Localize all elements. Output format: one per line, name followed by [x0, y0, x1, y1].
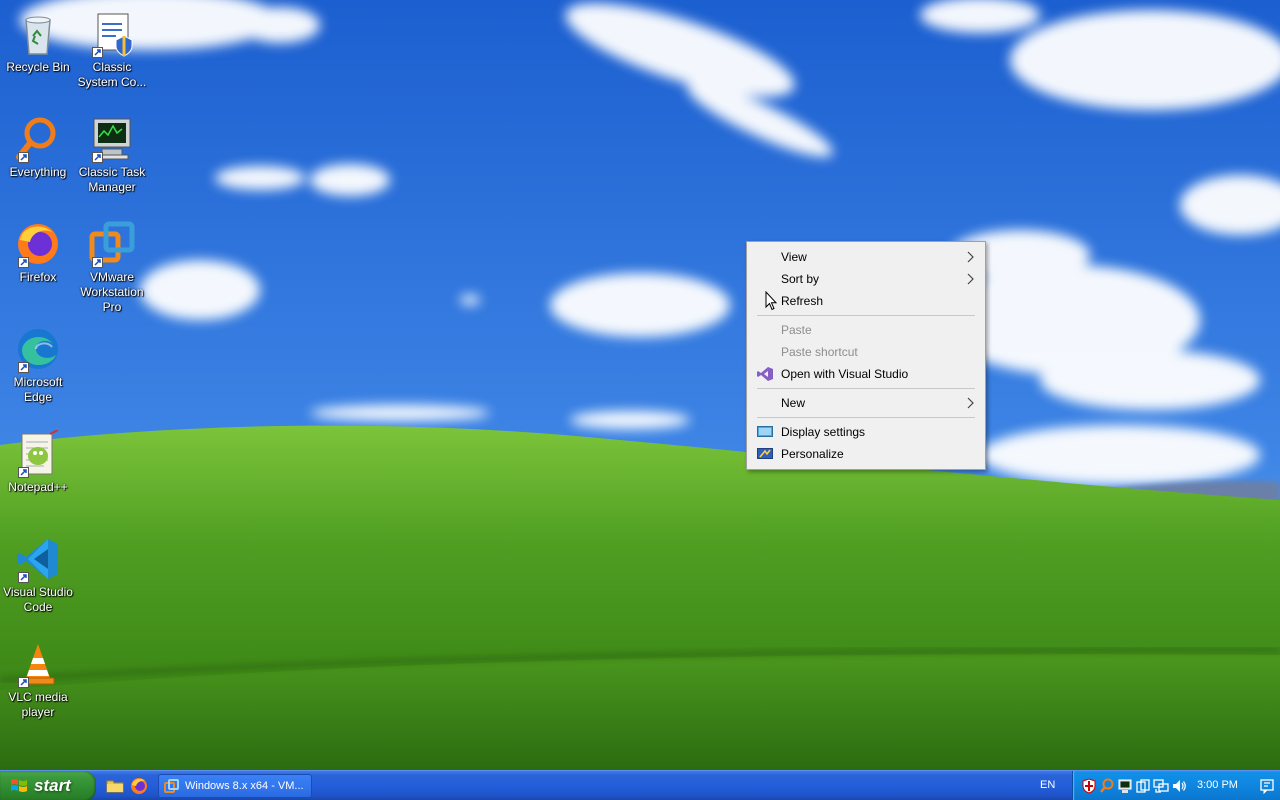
- desktop-icon-label: Firefox: [19, 270, 57, 284]
- search-magnifier-icon: [14, 115, 62, 163]
- edge-icon: [14, 325, 62, 373]
- desktop-icon-vmware[interactable]: VMware Workstation Pro: [74, 220, 150, 315]
- menu-item-label: Refresh: [781, 294, 824, 308]
- menu-item-refresh[interactable]: Refresh: [747, 290, 985, 312]
- vmware-icon: [88, 220, 136, 268]
- chevron-right-icon: [967, 397, 974, 409]
- shortcut-arrow-icon: [18, 362, 29, 373]
- desktop-context-menu: View Sort by Refresh Paste Paste shortcu…: [746, 241, 986, 470]
- shortcut-arrow-icon: [18, 572, 29, 583]
- desktop-icon-vlc[interactable]: VLC media player: [0, 640, 76, 720]
- desktop-icon-label: Notepad++: [8, 480, 68, 494]
- volume-icon[interactable]: [1171, 778, 1187, 794]
- mouse-cursor-icon: [765, 291, 778, 311]
- start-label: start: [34, 776, 71, 795]
- menu-item-sort-by[interactable]: Sort by: [747, 268, 985, 290]
- shortcut-arrow-icon: [18, 152, 29, 163]
- desktop-icon-classic-system-config[interactable]: Classic System Co...: [74, 10, 150, 90]
- desktop-icon-label: Classic System Co...: [77, 60, 147, 89]
- desktop-icon-label: Everything: [9, 165, 67, 179]
- display-icon: [757, 426, 773, 437]
- menu-item-open-with-visual-studio[interactable]: Open with Visual Studio: [747, 363, 985, 385]
- menu-separator: [757, 417, 975, 418]
- menu-item-label: Paste shortcut: [781, 345, 858, 359]
- shortcut-arrow-icon: [92, 257, 103, 268]
- desktop-icon-label: VMware Workstation Pro: [80, 270, 144, 314]
- menu-item-personalize[interactable]: Personalize: [747, 443, 985, 465]
- menu-separator: [757, 315, 975, 316]
- shortcut-arrow-icon: [92, 47, 103, 58]
- menu-item-label: Sort by: [781, 272, 820, 286]
- start-button[interactable]: start: [0, 771, 96, 800]
- desktop-icon-label: VLC media player: [8, 690, 68, 719]
- task-manager-tray-icon[interactable]: [1117, 778, 1133, 794]
- menu-item-new[interactable]: New: [747, 392, 985, 414]
- firefox-icon: [14, 220, 62, 268]
- network-icon[interactable]: [1153, 778, 1169, 794]
- task-manager-icon: [88, 115, 136, 163]
- vlc-icon: [14, 640, 62, 688]
- menu-item-label: Open with Visual Studio: [781, 367, 909, 381]
- shortcut-arrow-icon: [18, 677, 29, 688]
- visual-studio-icon: [757, 367, 773, 381]
- system-tray: 3:00 PM: [1072, 771, 1280, 800]
- vmware-small-icon: [164, 779, 179, 793]
- recycle-bin-icon: [14, 10, 62, 58]
- language-indicator[interactable]: EN: [1040, 779, 1055, 791]
- menu-item-paste: Paste: [747, 319, 985, 341]
- menu-item-label: View: [781, 250, 807, 264]
- taskbar-task-label: Windows 8.x x64 - VM...: [185, 780, 304, 792]
- menu-item-paste-shortcut: Paste shortcut: [747, 341, 985, 363]
- desktop-icon-label: Microsoft Edge: [13, 375, 63, 404]
- system-config-icon: [88, 10, 136, 58]
- desktop-icon-label: Classic Task Manager: [78, 165, 146, 194]
- desktop-icon-firefox[interactable]: Firefox: [0, 220, 76, 285]
- shortcut-arrow-icon: [18, 257, 29, 268]
- shortcut-arrow-icon: [92, 152, 103, 163]
- menu-item-label: Display settings: [781, 425, 866, 439]
- desktop-icon-microsoft-edge[interactable]: Microsoft Edge: [0, 325, 76, 405]
- menu-item-display-settings[interactable]: Display settings: [747, 421, 985, 443]
- taskbar-task-vmware[interactable]: Windows 8.x x64 - VM...: [158, 774, 312, 798]
- taskbar: start Windows 8.x x64 - VM... EN 3:00 PM: [0, 770, 1280, 800]
- security-shield-icon[interactable]: [1081, 778, 1097, 794]
- file-explorer-icon[interactable]: [106, 777, 124, 795]
- system-clock[interactable]: 3:00 PM: [1197, 779, 1238, 791]
- desktop-icon-notepadpp[interactable]: Notepad++: [0, 430, 76, 495]
- chevron-right-icon: [967, 251, 974, 263]
- notepadpp-icon: [14, 430, 62, 478]
- menu-item-label: New: [781, 396, 806, 410]
- personalize-icon: [757, 448, 773, 459]
- desktop-icon-label: Visual Studio Code: [3, 585, 73, 614]
- notifications-icon[interactable]: [1259, 778, 1275, 794]
- menu-item-view[interactable]: View: [747, 246, 985, 268]
- desktop-icon-everything[interactable]: Everything: [0, 115, 76, 180]
- desktop-icon-recycle-bin[interactable]: Recycle Bin: [0, 10, 76, 75]
- firefox-quicklaunch-icon[interactable]: [130, 777, 148, 795]
- desktop-icon-visual-studio-code[interactable]: Visual Studio Code: [0, 535, 76, 615]
- menu-item-label: Paste: [781, 323, 812, 337]
- windows-flag-icon: [11, 779, 27, 792]
- everything-search-tray-icon[interactable]: [1099, 778, 1115, 794]
- desktop-icon-label: Recycle Bin: [6, 60, 70, 74]
- desktop-icon-classic-task-manager[interactable]: Classic Task Manager: [74, 115, 150, 195]
- copy-tray-icon[interactable]: [1135, 778, 1151, 794]
- shortcut-arrow-icon: [18, 467, 29, 478]
- chevron-right-icon: [967, 273, 974, 285]
- menu-separator: [757, 388, 975, 389]
- desktop-wallpaper: [0, 0, 1280, 770]
- menu-item-label: Personalize: [781, 447, 844, 461]
- vscode-icon: [14, 535, 62, 583]
